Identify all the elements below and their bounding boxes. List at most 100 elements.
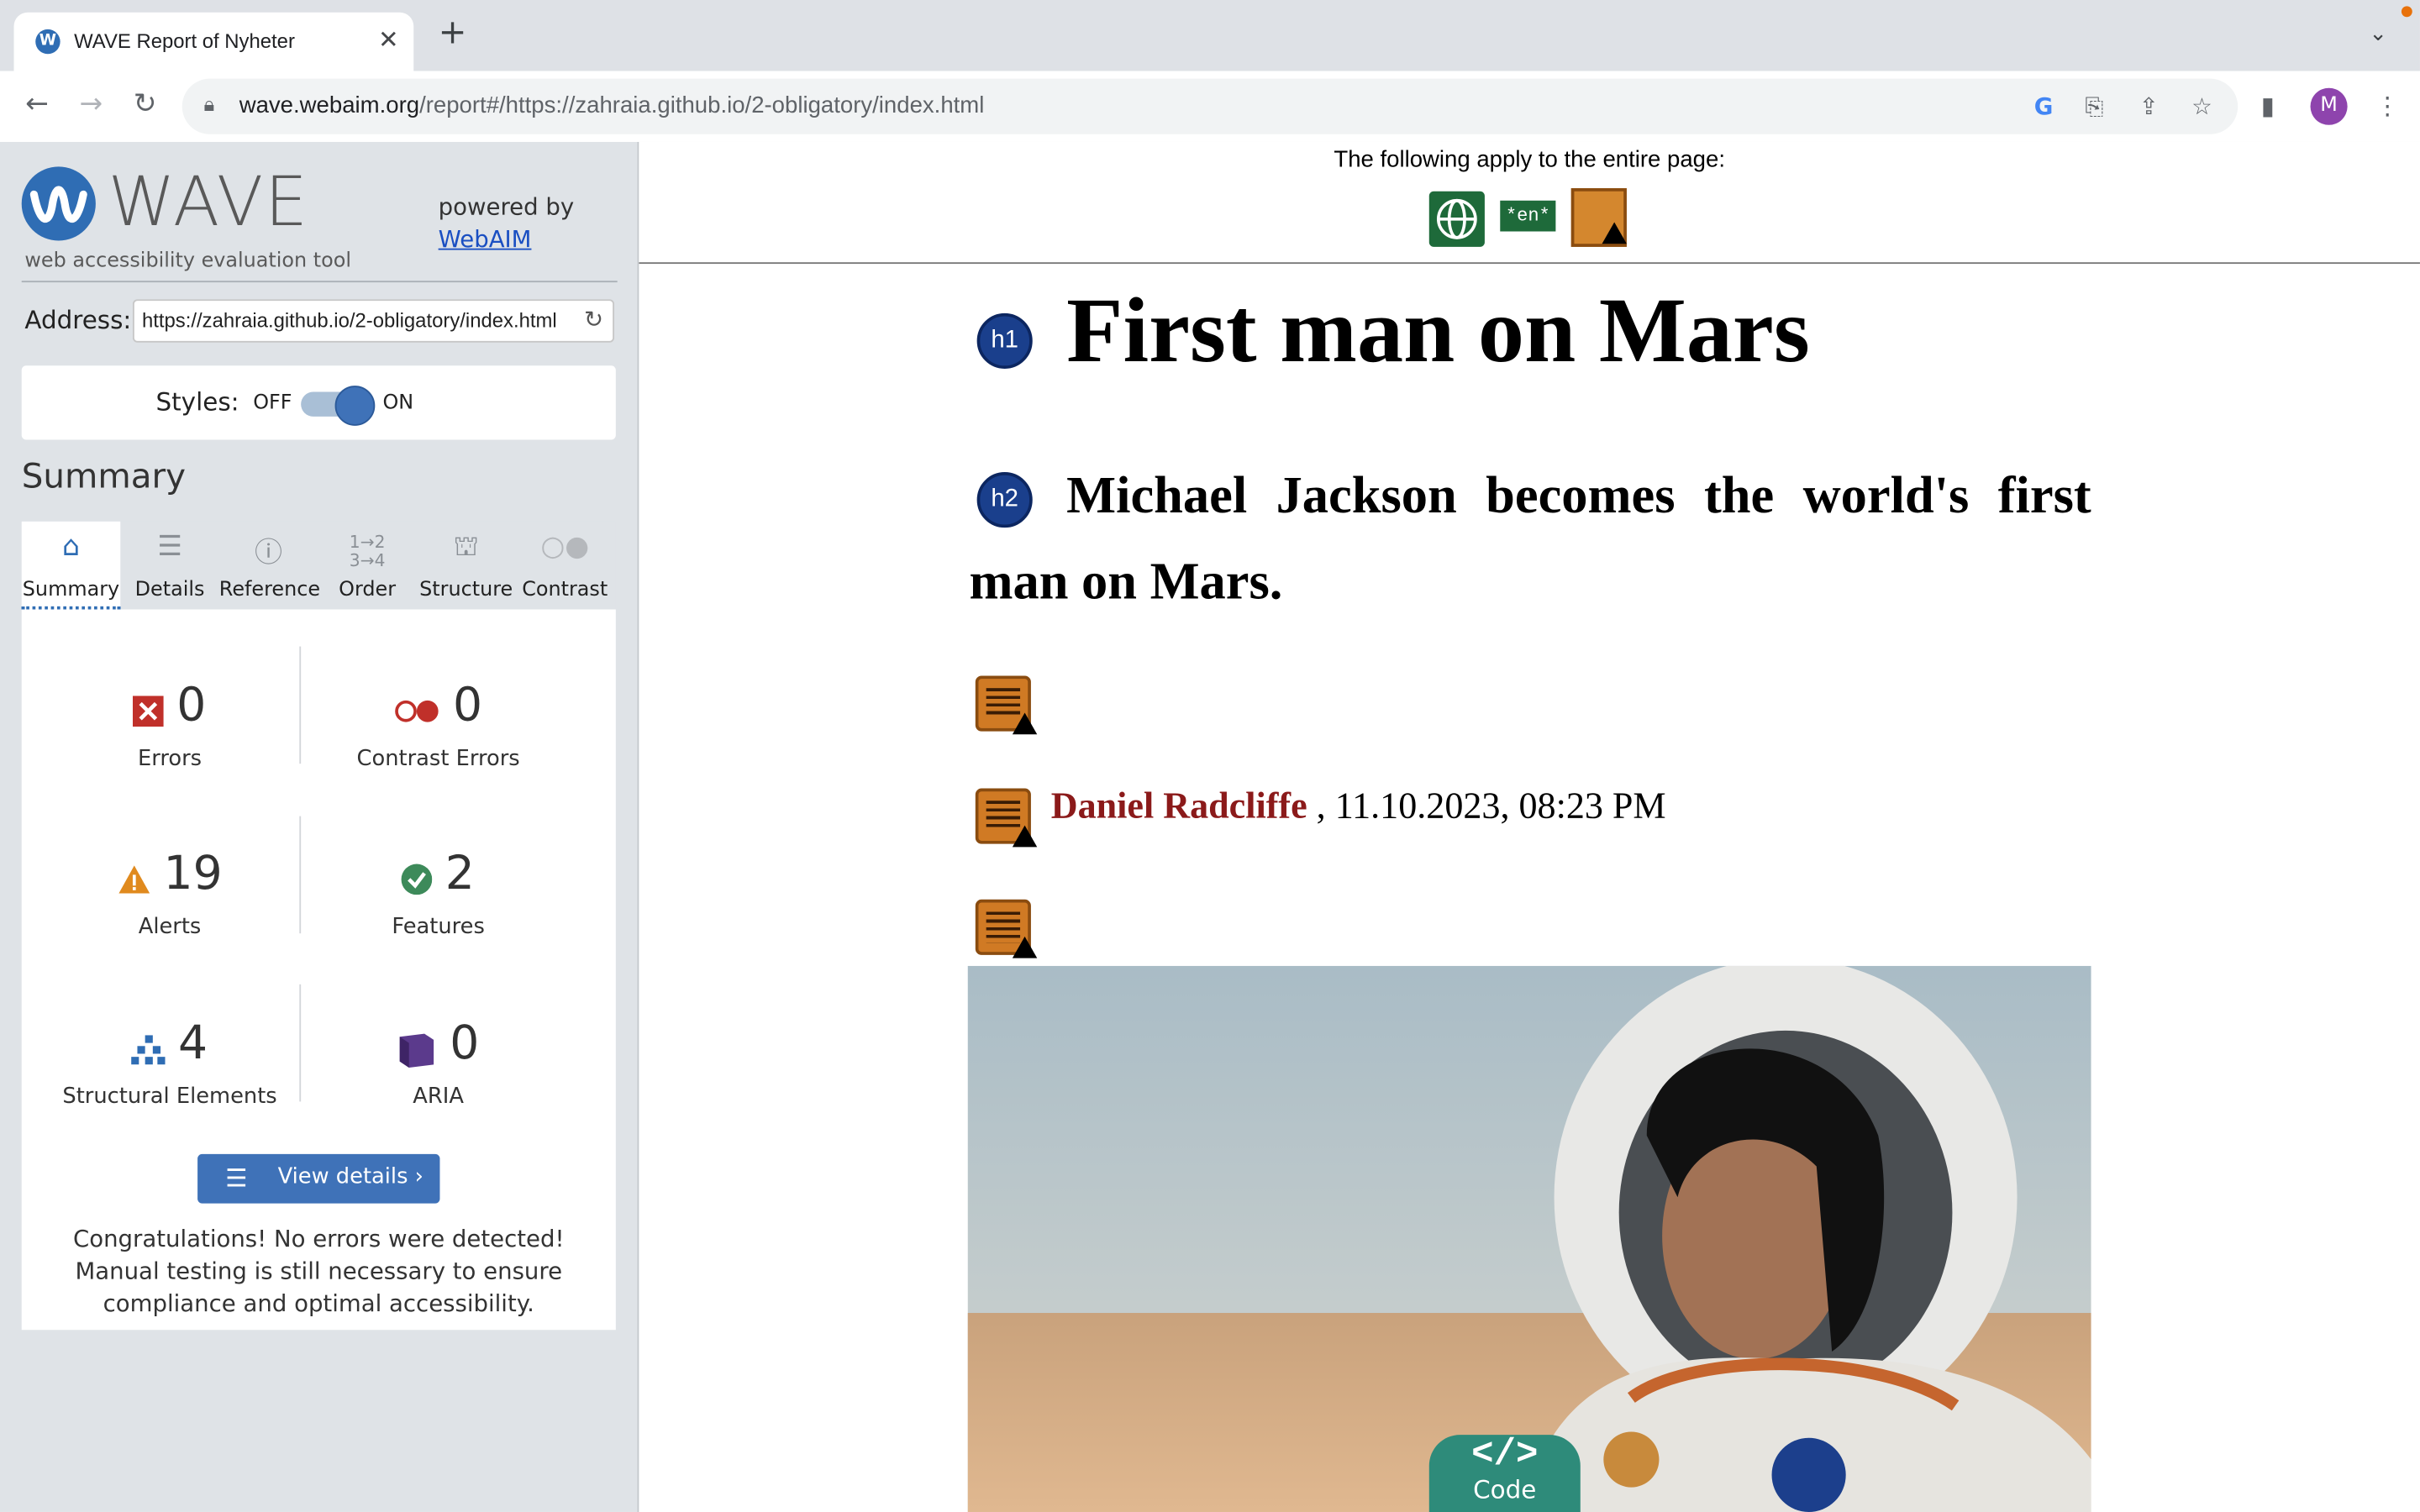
stat-contrast-errors[interactable]: 0 Contrast Errors (308, 679, 570, 771)
errors-label: Errors (137, 746, 203, 772)
tab-label: Contrast (522, 578, 608, 602)
tab-contrast[interactable]: ○● Contrast (515, 522, 614, 610)
article-image (967, 965, 2091, 1512)
google-icon[interactable]: G (2034, 92, 2054, 120)
browser-tab[interactable]: W WAVE Report of Nyheter ✕ (13, 12, 414, 71)
alert-icon[interactable] (975, 788, 1038, 848)
tab-summary[interactable]: ⌂ Summary (21, 521, 121, 610)
styles-off-label: OFF (253, 391, 292, 416)
update-dot-icon (2401, 6, 2412, 18)
structure-icon: ⛫ (453, 530, 479, 564)
language-globe-icon[interactable] (1428, 191, 1485, 247)
aria-cube-icon (397, 1030, 438, 1073)
language-badge[interactable]: *en* (1500, 200, 1556, 232)
lock-icon[interactable]: 🔒︎ (203, 94, 214, 118)
styles-panel: Styles: OFF ON (21, 365, 616, 440)
webaim-link[interactable]: WebAIM (439, 225, 532, 253)
translate-icon[interactable]: ⎘ (2085, 92, 2103, 120)
contrast-error-icon (394, 698, 440, 729)
aria-count: 0 (450, 1016, 480, 1071)
profile-avatar[interactable]: M (2310, 87, 2348, 125)
report-view: The following apply to the entire page: … (639, 141, 2420, 1512)
refresh-icon[interactable]: ↻ (584, 306, 603, 333)
contrast-errors-label: Contrast Errors (356, 746, 520, 772)
summary-panel: 0 Errors 0 Contrast Errors 19 Alerts 2 F… (21, 609, 616, 1331)
view-details-label: View details › (277, 1164, 424, 1190)
alert-icon[interactable] (975, 675, 1038, 735)
author-link[interactable]: Daniel Radcliffe (1051, 787, 1307, 827)
wave-sidebar: WAVE web accessibility evaluation tool p… (0, 141, 639, 1512)
order-icon: 1→2 3→4 (349, 532, 386, 571)
address-bar[interactable]: 🔒︎ wave.webaim.org/report#/https://zahra… (182, 78, 2238, 134)
info-icon: ⓘ (255, 537, 283, 570)
page-heading-h1: First man on Mars (1066, 279, 1810, 381)
stat-alerts[interactable]: 19 Alerts (39, 847, 301, 940)
tab-structure[interactable]: ⛫ Structure (417, 522, 516, 610)
page-level-icons: The following apply to the entire page: … (639, 141, 2420, 265)
list-icon: ☰ (225, 1163, 248, 1193)
tab-title: WAVE Report of Nyheter (74, 29, 295, 53)
features-label: Features (392, 915, 485, 940)
stat-features[interactable]: 2 Features (308, 847, 570, 939)
code-toggle-button[interactable]: </> Code (1428, 1435, 1581, 1512)
code-icon: </> (1471, 1435, 1539, 1477)
list-icon: ☰ (157, 530, 182, 564)
bookmark-star-icon[interactable]: ☆ (2191, 92, 2212, 120)
aria-label: ARIA (413, 1084, 464, 1110)
tab-label: Structure (419, 578, 513, 602)
alerts-label: Alerts (138, 915, 202, 940)
h1-badge-icon[interactable]: h1 (976, 312, 1033, 369)
reload-icon[interactable]: ↻ (128, 88, 161, 121)
address-label: Address: (24, 305, 132, 335)
share-icon[interactable]: ⇪ (2139, 92, 2159, 120)
styles-on-label: ON (382, 391, 414, 416)
article-heading-h2: Michael Jackson becomes the world's firs… (969, 467, 2091, 612)
forward-arrow-icon[interactable]: → (74, 88, 108, 121)
tab-reference[interactable]: ⓘ Reference (218, 522, 321, 610)
address-value[interactable]: https://zahraia.github.io/2-obligatory/i… (142, 308, 571, 332)
new-tab-icon[interactable]: + (439, 16, 467, 50)
view-details-button[interactable]: ☰ View details › (197, 1153, 440, 1204)
tab-label: Order (339, 578, 397, 602)
summary-heading: Summary (21, 458, 187, 497)
contrast-errors-count: 0 (452, 679, 483, 733)
feature-check-icon (402, 863, 434, 900)
styles-toggle-knob[interactable] (334, 386, 376, 426)
page-alert-icon[interactable] (1570, 188, 1627, 247)
wave-tagline: web accessibility evaluation tool (24, 249, 351, 274)
stat-structural[interactable]: 4 Structural Elements (39, 1016, 301, 1109)
alert-icon (117, 864, 150, 900)
wave-logo-icon (21, 166, 96, 241)
congrats-message: Congratulations! No errors were detected… (72, 1225, 565, 1318)
publish-date: , 11.10.2023, 08:23 PM (1307, 786, 1666, 827)
errors-count: 0 (176, 679, 207, 733)
home-icon: ⌂ (61, 530, 80, 564)
url-text[interactable]: wave.webaim.org/report#/https://zahraia.… (239, 92, 985, 118)
menu-kebab-icon[interactable]: ⋮ (2375, 91, 2400, 120)
address-input[interactable]: https://zahraia.github.io/2-obligatory/i… (132, 299, 615, 343)
tab-label: Reference (218, 578, 321, 602)
alert-icon[interactable] (975, 899, 1038, 958)
powered-by: powered by (438, 192, 575, 221)
back-arrow-icon[interactable]: ← (20, 88, 54, 121)
applies-text: The following apply to the entire page: (1334, 146, 1725, 173)
tab-label: Summary (22, 578, 120, 602)
features-count: 2 (445, 847, 475, 901)
browser-toolbar: ← → ↻ 🔒︎ wave.webaim.org/report#/https:/… (0, 71, 2420, 144)
close-tab-icon[interactable]: ✕ (378, 24, 399, 54)
stat-aria[interactable]: 0 ARIA (308, 1016, 570, 1110)
tab-order[interactable]: 1→2 3→4 Order (318, 522, 417, 610)
code-label: Code (1473, 1474, 1537, 1504)
wave-tabs: ⌂ Summary ☰ Details ⓘ Reference 1→2 3→4 O… (21, 521, 616, 610)
byline: Daniel Radcliffe , 11.10.2023, 08:23 PM (1051, 787, 1666, 829)
stat-errors[interactable]: 0 Errors (39, 679, 301, 771)
warning-triangle-icon (1602, 222, 1627, 244)
tab-search-chevron-icon[interactable]: ⌄ (2369, 22, 2387, 46)
error-icon (133, 695, 165, 732)
contrast-icon: ○● (540, 530, 590, 564)
divider (21, 281, 618, 283)
side-panel-icon[interactable]: ▮ (2261, 91, 2275, 120)
structural-label: Structural Elements (62, 1084, 277, 1110)
browser-tabstrip: W WAVE Report of Nyheter ✕ + ⌄ (0, 0, 2420, 71)
tab-details[interactable]: ☰ Details (120, 522, 219, 610)
